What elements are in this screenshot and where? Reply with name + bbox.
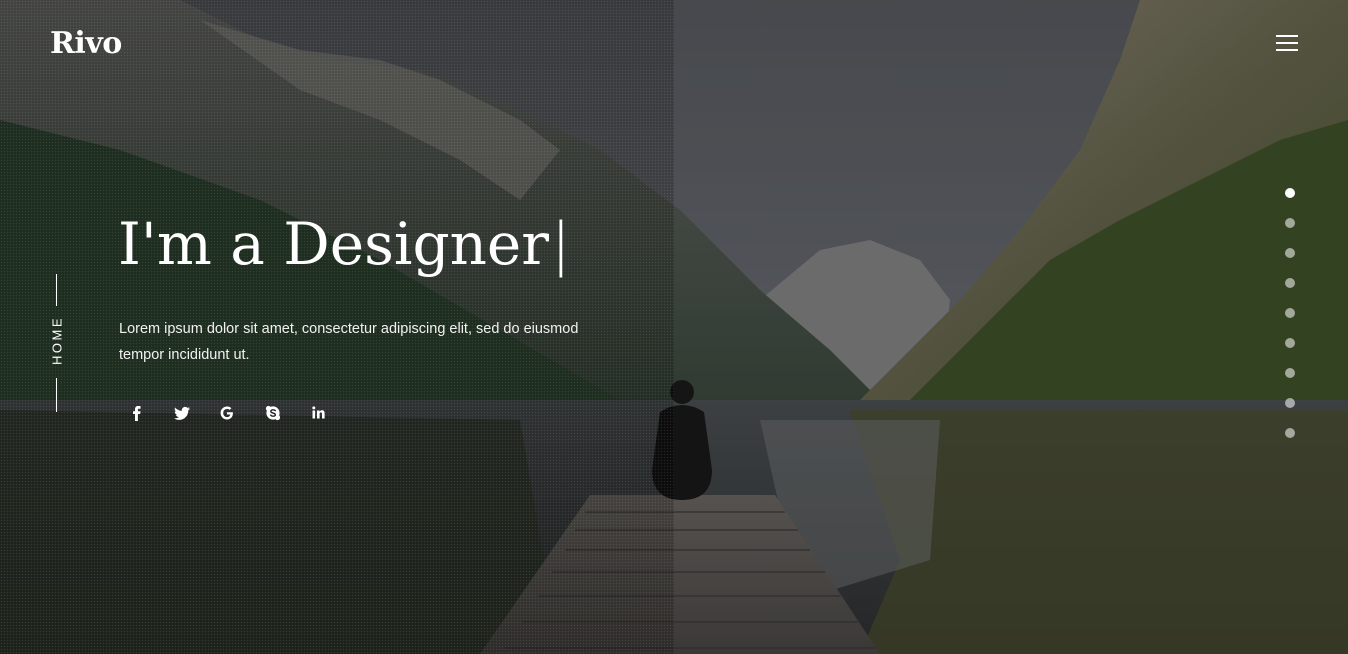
menu-bar-line: [1276, 49, 1298, 51]
menu-bar-line: [1276, 42, 1298, 44]
hero-section: Rivo HOME I'm a Designer| Lorem ipsum do…: [0, 0, 1348, 654]
slider-dot-1[interactable]: [1285, 188, 1295, 198]
google-icon[interactable]: [217, 402, 263, 424]
site-logo[interactable]: Rivo: [50, 26, 122, 62]
side-section-label: HOME: [46, 274, 68, 412]
slider-dot-4[interactable]: [1285, 278, 1295, 288]
linkedin-icon[interactable]: [308, 402, 354, 424]
slider-dot-5[interactable]: [1285, 308, 1295, 318]
hamburger-menu-icon[interactable]: [1276, 33, 1300, 53]
typing-cursor: |: [550, 210, 571, 278]
slider-dot-9[interactable]: [1285, 428, 1295, 438]
facebook-icon[interactable]: [126, 402, 172, 424]
slider-dot-7[interactable]: [1285, 368, 1295, 378]
side-divider-bottom: [56, 378, 57, 412]
social-links: [126, 402, 354, 424]
side-label-home: HOME: [49, 316, 65, 365]
hero-headline-text: I'm a Designer: [118, 210, 549, 278]
side-divider-top: [56, 274, 57, 306]
slider-dot-8[interactable]: [1285, 398, 1295, 408]
slider-dot-6[interactable]: [1285, 338, 1295, 348]
slider-pagination: [1285, 188, 1297, 458]
slider-dot-2[interactable]: [1285, 218, 1295, 228]
menu-bar-line: [1276, 35, 1298, 37]
hero-headline: I'm a Designer|: [118, 210, 571, 280]
skype-icon[interactable]: [263, 402, 309, 424]
dark-overlay: [674, 0, 1348, 654]
slider-dot-3[interactable]: [1285, 248, 1295, 258]
hero-description: Lorem ipsum dolor sit amet, consectetur …: [119, 321, 579, 363]
twitter-icon[interactable]: [172, 402, 218, 424]
